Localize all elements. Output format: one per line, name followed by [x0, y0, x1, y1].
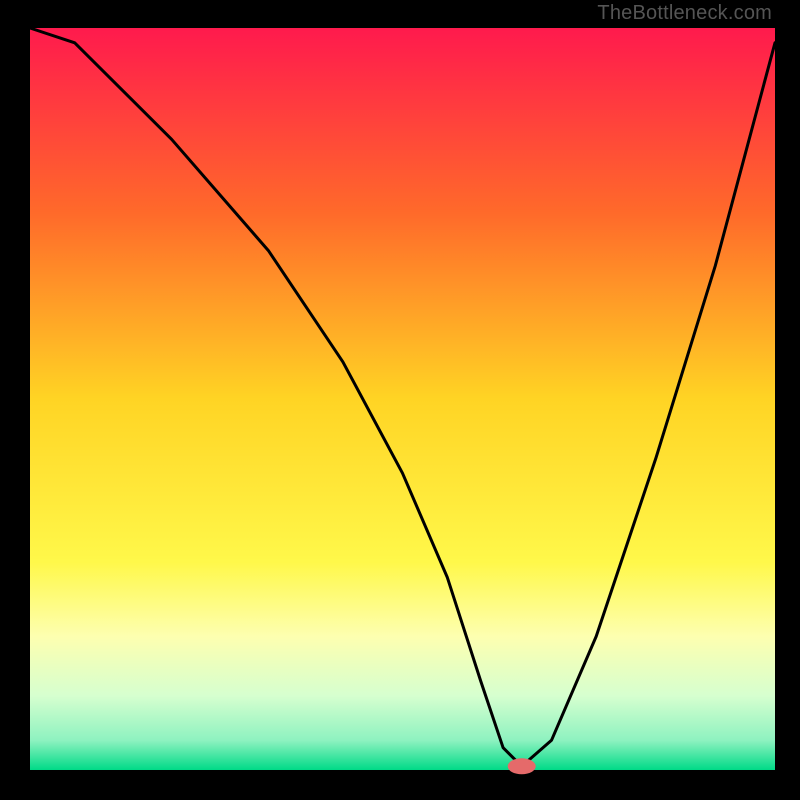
bottleneck-chart — [0, 0, 800, 800]
optimal-point — [508, 758, 536, 774]
watermark-text: TheBottleneck.com — [597, 2, 772, 25]
chart-frame: TheBottleneck.com — [0, 0, 800, 800]
chart-gradient-bg — [30, 28, 775, 770]
